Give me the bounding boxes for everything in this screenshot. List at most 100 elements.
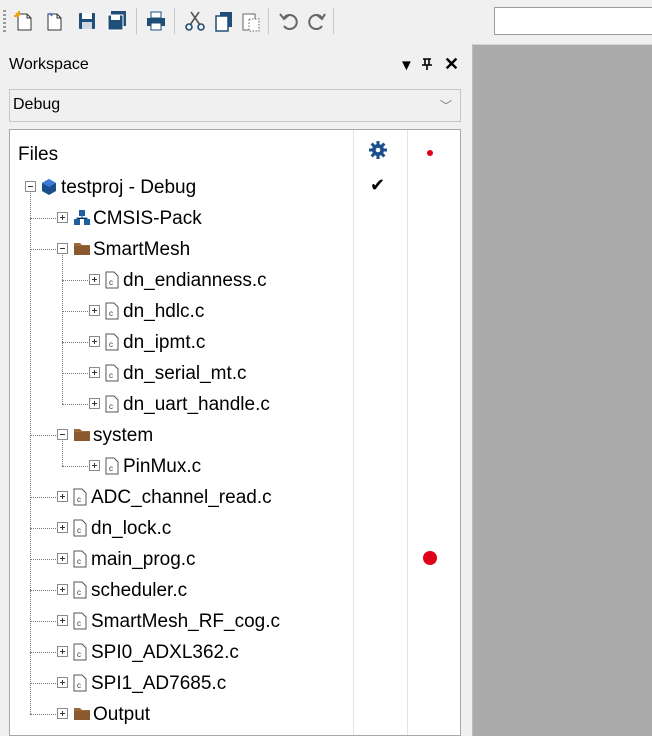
breakpoint-column-icon bbox=[427, 150, 433, 156]
workspace-title: Workspace bbox=[9, 56, 89, 73]
expand-plus-icon[interactable] bbox=[89, 336, 100, 347]
redo-button[interactable] bbox=[303, 8, 329, 34]
collapse-minus-icon[interactable] bbox=[57, 243, 68, 254]
cut-button[interactable] bbox=[182, 8, 208, 34]
expand-plus-icon[interactable] bbox=[57, 522, 68, 533]
paste-button[interactable] bbox=[238, 8, 264, 34]
tree-item-label: dn_ipmt.c bbox=[123, 332, 206, 353]
svg-text:c: c bbox=[109, 309, 113, 318]
expand-plus-icon[interactable] bbox=[57, 553, 68, 564]
project-cube-icon bbox=[42, 179, 56, 195]
folder-icon bbox=[74, 708, 90, 720]
tree-item-icon: c bbox=[105, 457, 119, 481]
toolbar-combo-box[interactable] bbox=[494, 7, 652, 35]
tree-row[interactable]: c SPI0_ADXL362.c bbox=[10, 637, 460, 668]
c-file-icon: c bbox=[105, 395, 119, 413]
tree-row[interactable]: c main_prog.c bbox=[10, 544, 460, 575]
toolbar bbox=[0, 0, 652, 45]
tree-item-icon: c bbox=[105, 333, 119, 357]
expand-plus-icon[interactable] bbox=[89, 398, 100, 409]
dropdown-triangle-icon[interactable]: ▼ bbox=[399, 57, 414, 74]
expand-plus-icon[interactable] bbox=[57, 615, 68, 626]
undo-button[interactable] bbox=[276, 8, 302, 34]
collapse-minus-icon[interactable] bbox=[25, 181, 36, 192]
expand-plus-icon[interactable] bbox=[57, 212, 68, 223]
files-column-header[interactable]: Files bbox=[18, 144, 58, 166]
save-icon bbox=[79, 13, 95, 29]
tree-row[interactable]: CMSIS-Pack bbox=[10, 203, 460, 234]
svg-text:c: c bbox=[77, 588, 81, 597]
tree-row[interactable]: c dn_hdlc.c bbox=[10, 296, 460, 327]
configuration-value: Debug bbox=[13, 96, 61, 113]
tree-item-icon: c bbox=[73, 550, 87, 574]
expand-plus-icon[interactable] bbox=[57, 677, 68, 688]
tree-row[interactable]: system bbox=[10, 420, 460, 451]
new-doc-button[interactable] bbox=[41, 8, 67, 34]
expand-plus-icon[interactable] bbox=[57, 491, 68, 502]
tree-item-label: CMSIS-Pack bbox=[93, 208, 202, 229]
tree-item-icon: c bbox=[73, 643, 87, 667]
tree-item-label: system bbox=[93, 425, 154, 446]
toolbar-grip[interactable] bbox=[3, 10, 6, 32]
gear-icon[interactable] bbox=[367, 139, 389, 161]
workspace-panel: Workspace ▼ ✕ Debug ﹀ Files testproj - D… bbox=[0, 44, 473, 736]
tree-row[interactable]: c dn_lock.c bbox=[10, 513, 460, 544]
expand-plus-icon[interactable] bbox=[89, 367, 100, 378]
c-file-icon: c bbox=[105, 271, 119, 289]
tree-item-label: dn_lock.c bbox=[91, 518, 172, 539]
tree-row[interactable]: testproj - Debug ✔ bbox=[10, 172, 460, 203]
tree-item-icon bbox=[73, 426, 91, 448]
print-button[interactable] bbox=[143, 8, 169, 34]
collapse-minus-icon[interactable] bbox=[57, 429, 68, 440]
new-file-button[interactable] bbox=[11, 8, 37, 34]
expand-plus-icon[interactable] bbox=[89, 460, 100, 471]
expand-plus-icon[interactable] bbox=[57, 584, 68, 595]
tree-item-label: SmartMesh bbox=[93, 239, 191, 260]
expand-plus-icon[interactable] bbox=[57, 708, 68, 719]
tree-item-label: SmartMesh_RF_cog.c bbox=[91, 611, 281, 632]
copy-button[interactable] bbox=[211, 8, 237, 34]
svg-text:c: c bbox=[109, 371, 113, 380]
expand-plus-icon[interactable] bbox=[89, 305, 100, 316]
tree-item-label: dn_endianness.c bbox=[123, 270, 267, 291]
tree-item-label: testproj - Debug bbox=[61, 177, 197, 198]
tree-row[interactable]: c dn_serial_mt.c bbox=[10, 358, 460, 389]
expand-plus-icon[interactable] bbox=[57, 646, 68, 657]
tree-row[interactable]: c SmartMesh_RF_cog.c bbox=[10, 606, 460, 637]
tree-row[interactable]: c scheduler.c bbox=[10, 575, 460, 606]
svg-text:c: c bbox=[77, 619, 81, 628]
tree-item-label: dn_uart_handle.c bbox=[123, 394, 270, 415]
tree-item-label: dn_hdlc.c bbox=[123, 301, 205, 322]
save-all-button[interactable] bbox=[104, 8, 130, 34]
svg-text:c: c bbox=[77, 495, 81, 504]
tree-item-label: main_prog.c bbox=[91, 549, 196, 570]
c-file-icon: c bbox=[73, 674, 87, 692]
breakpoint-icon[interactable] bbox=[423, 551, 437, 565]
c-file-icon: c bbox=[105, 364, 119, 382]
pin-icon[interactable] bbox=[421, 57, 433, 75]
tree-row[interactable]: c SPI1_AD7685.c bbox=[10, 668, 460, 699]
configuration-select[interactable]: Debug ﹀ bbox=[9, 89, 461, 122]
tree-row[interactable]: c dn_uart_handle.c bbox=[10, 389, 460, 420]
svg-text:c: c bbox=[77, 681, 81, 690]
tree-row[interactable]: Output bbox=[10, 699, 460, 730]
redo-icon bbox=[308, 13, 326, 30]
chevron-down-icon: ﹀ bbox=[439, 99, 452, 113]
tree-row[interactable]: c dn_endianness.c bbox=[10, 265, 460, 296]
save-button[interactable] bbox=[74, 8, 100, 34]
tree-row[interactable]: SmartMesh bbox=[10, 234, 460, 265]
c-file-icon: c bbox=[73, 643, 87, 661]
new-doc-icon bbox=[47, 12, 62, 31]
tree-row[interactable]: c dn_ipmt.c bbox=[10, 327, 460, 358]
tree-item-icon bbox=[73, 240, 91, 262]
tree-row[interactable]: c PinMux.c bbox=[10, 451, 460, 482]
tree-row[interactable]: c ADC_channel_read.c bbox=[10, 482, 460, 513]
close-icon[interactable]: ✕ bbox=[444, 54, 459, 75]
tree-item-icon: c bbox=[73, 488, 87, 512]
expand-plus-icon[interactable] bbox=[89, 274, 100, 285]
c-file-icon: c bbox=[73, 519, 87, 537]
tree-item-label: scheduler.c bbox=[91, 580, 188, 601]
toolbar-separator bbox=[268, 8, 269, 34]
tree-item-icon: c bbox=[105, 271, 119, 295]
build-check-icon[interactable]: ✔ bbox=[370, 175, 385, 196]
